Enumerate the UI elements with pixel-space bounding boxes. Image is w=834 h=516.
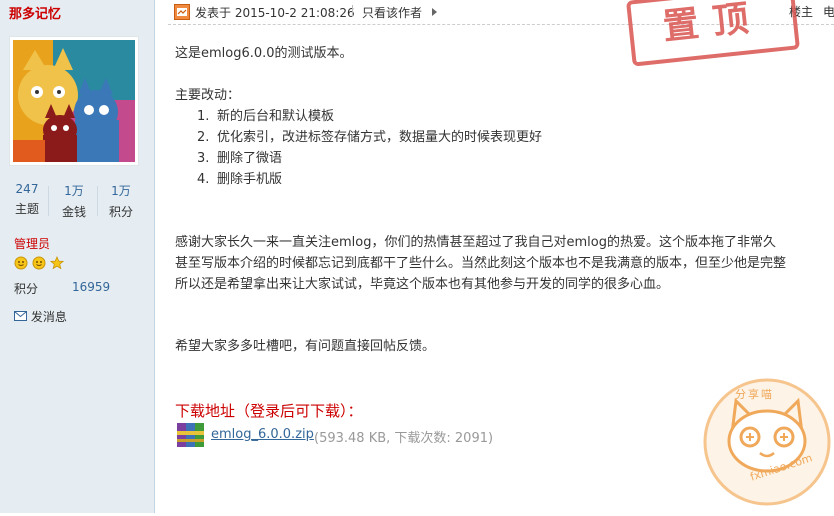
thanks-line: 甚至写版本介绍的时候都忘记到底都干了些什么。当然此刻这个版本也不是我满意的版本，… [175, 256, 787, 271]
stat-divider [97, 186, 98, 216]
list-item: 1. 新的后台和默认模板 [197, 109, 335, 124]
author-stats: 247 主题 1万 金钱 1万 积分 [0, 182, 154, 222]
floor-nav-cut[interactable]: 电 [823, 3, 834, 20]
star-icon [49, 255, 64, 273]
stat-topics[interactable]: 247 主题 [14, 182, 40, 217]
pinned-stamp: 置顶 [626, 0, 800, 67]
watermark-title: 分享喵 [735, 388, 774, 401]
stat-points-label: 积分 [108, 205, 133, 219]
attachment-link[interactable]: emlog_6.0.0.zip [211, 427, 314, 442]
archive-icon [175, 421, 207, 449]
stat-money-value[interactable]: 1万 [60, 182, 88, 199]
author-role[interactable]: 管理员 [14, 235, 50, 252]
author-only-link[interactable]: 只看该作者 [362, 4, 422, 21]
post-date: 发表于 2015-10-2 21:08:26 [195, 6, 355, 20]
thanks-line: 感谢大家长久一来一直关注emlog，你们的热情甚至超过了我自己对emlog的热爱… [175, 235, 776, 250]
attachment-meta: (593.48 KB, 下载次数: 2091) [314, 431, 494, 446]
post-status-icon [174, 4, 190, 20]
send-message-label: 发消息 [30, 310, 67, 324]
stat-points[interactable]: 1万 积分 [107, 182, 135, 220]
points-label: 积分 [14, 282, 39, 296]
send-message-link[interactable]: 发消息 [14, 308, 67, 325]
points-value: 16959 [72, 280, 111, 294]
arrow-right-icon [432, 8, 437, 16]
post-intro: 这是emlog6.0.0的测试版本。 [175, 46, 353, 61]
thanks-line: 所以还是希望拿出来让大家试试，毕竟这个版本也有其他参与开发的同学的很多心血。 [175, 277, 670, 292]
header-divider [352, 5, 353, 17]
stat-topics-value[interactable]: 247 [14, 182, 40, 196]
stat-points-value[interactable]: 1万 [107, 182, 135, 199]
envelope-icon [14, 310, 31, 324]
author-avatar[interactable] [10, 37, 138, 165]
rank-icons [14, 255, 64, 273]
changes-title: 主要改动： [175, 88, 241, 103]
feedback-text: 希望大家多多吐槽吧，有问题直接回帖反馈。 [175, 339, 436, 354]
author-sidebar: 那多记忆 247 主题 1万 金钱 1万 积分 管理员 积分 16959 发消息 [0, 0, 155, 513]
sun-icon [32, 256, 46, 273]
stat-topics-label: 主题 [14, 202, 39, 216]
list-item: 4. 删除手机版 [197, 172, 283, 187]
stat-money-label: 金钱 [61, 205, 86, 219]
stat-divider [48, 186, 49, 216]
stat-money[interactable]: 1万 金钱 [60, 182, 88, 220]
sun-icon [14, 256, 28, 273]
list-item: 2. 优化索引，改进标签存储方式，数据量大的时候表现更好 [197, 130, 543, 145]
author-username[interactable]: 那多记忆 [9, 3, 61, 22]
list-item: 3. 删除了微语 [197, 151, 283, 166]
download-title: 下载地址（登录后可下载）： [175, 402, 363, 420]
